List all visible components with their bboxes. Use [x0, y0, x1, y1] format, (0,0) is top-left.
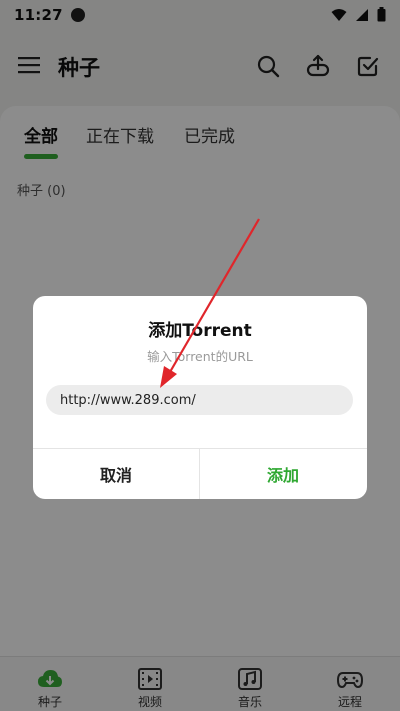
cancel-button[interactable]: 取消 [33, 449, 199, 499]
dialog-title: 添加Torrent [148, 321, 252, 341]
dialog-subtitle: 输入Torrent的URL [147, 349, 253, 364]
add-button[interactable]: 添加 [200, 449, 366, 499]
add-torrent-dialog: 添加Torrent 输入Torrent的URL 取消 添加 [33, 296, 367, 499]
torrent-url-input[interactable] [46, 385, 353, 415]
